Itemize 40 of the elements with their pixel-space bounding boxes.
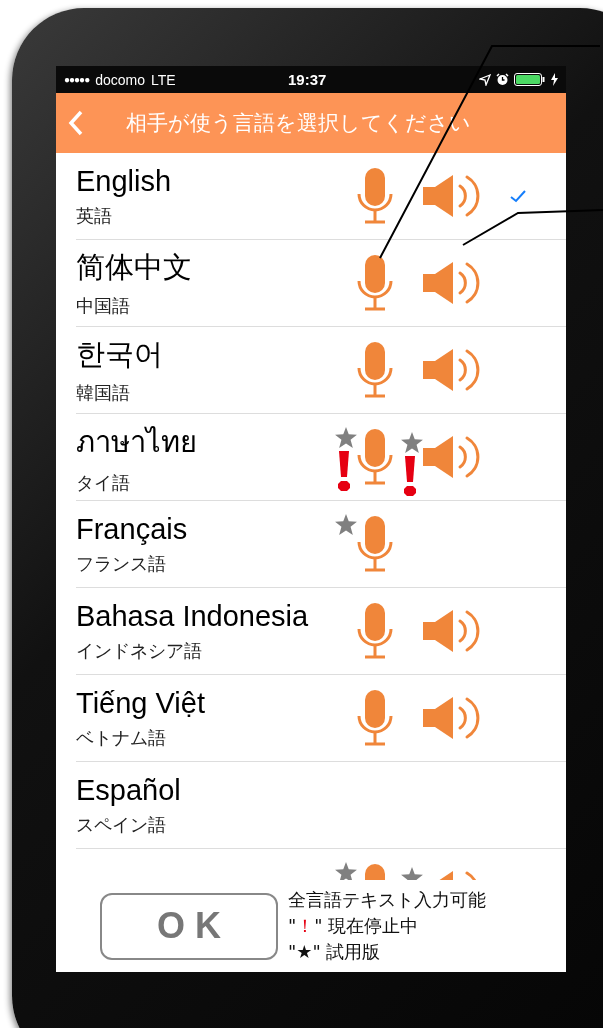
language-row[interactable]: Français フランス語	[76, 501, 566, 588]
back-button[interactable]	[68, 110, 84, 136]
language-name-japanese: タイ語	[76, 471, 131, 495]
ok-button[interactable]: O K	[100, 892, 278, 960]
language-name-japanese: フランス語	[76, 551, 167, 576]
alarm-clock-icon	[496, 73, 509, 86]
microphone-icon	[357, 429, 393, 485]
legend-text: "！" 現在停止中	[288, 914, 420, 938]
language-name: 한국어	[76, 337, 164, 372]
language-name: ภาษาไทย	[76, 425, 198, 460]
language-name: Tiếng Việt	[76, 686, 206, 720]
language-row[interactable]: Bahasa Indonesia インドネシア語	[76, 588, 566, 675]
charging-bolt-icon	[551, 73, 558, 86]
language-name-japanese: スペイン語	[76, 812, 167, 837]
clock-time: 19:37	[288, 71, 327, 88]
language-name-japanese: 中国語	[76, 294, 131, 318]
network-type: LTE	[151, 71, 176, 88]
language-name-japanese: 英語	[76, 203, 113, 228]
language-name-japanese: 韓国語	[76, 381, 131, 405]
carrier-name: docomo	[95, 71, 145, 88]
language-name: 简体中文	[76, 250, 193, 285]
language-name: Bahasa Indonesia	[76, 599, 310, 633]
language-name: Français	[76, 512, 189, 546]
language-row[interactable]: 简体中文 中国語	[76, 240, 566, 327]
location-arrow-icon	[479, 73, 491, 86]
legend-text: 全言語テキスト入力可能	[288, 888, 486, 912]
language-row[interactable]: Español スペイン語	[76, 762, 566, 849]
language-name-japanese: ベトナム語	[76, 725, 167, 750]
signal-strength: ●●●●●	[64, 74, 90, 85]
language-name: English	[76, 164, 173, 198]
legend-text: "★" 試用版	[288, 940, 382, 964]
screen-title: 相手が使う言語を選択してください	[126, 110, 471, 137]
language-row[interactable]: 한국어 韓国語	[76, 327, 566, 414]
language-name-japanese: インドネシア語	[76, 638, 203, 663]
language-row[interactable]: Tiếng Việt ベトナム語	[76, 675, 566, 762]
language-name: Español	[76, 773, 182, 807]
language-row[interactable]: English 英語	[76, 153, 566, 240]
chevron-left-icon	[68, 110, 84, 136]
battery-icon	[514, 73, 546, 86]
language-row[interactable]: ภาษาไทย タイ語	[76, 414, 566, 501]
